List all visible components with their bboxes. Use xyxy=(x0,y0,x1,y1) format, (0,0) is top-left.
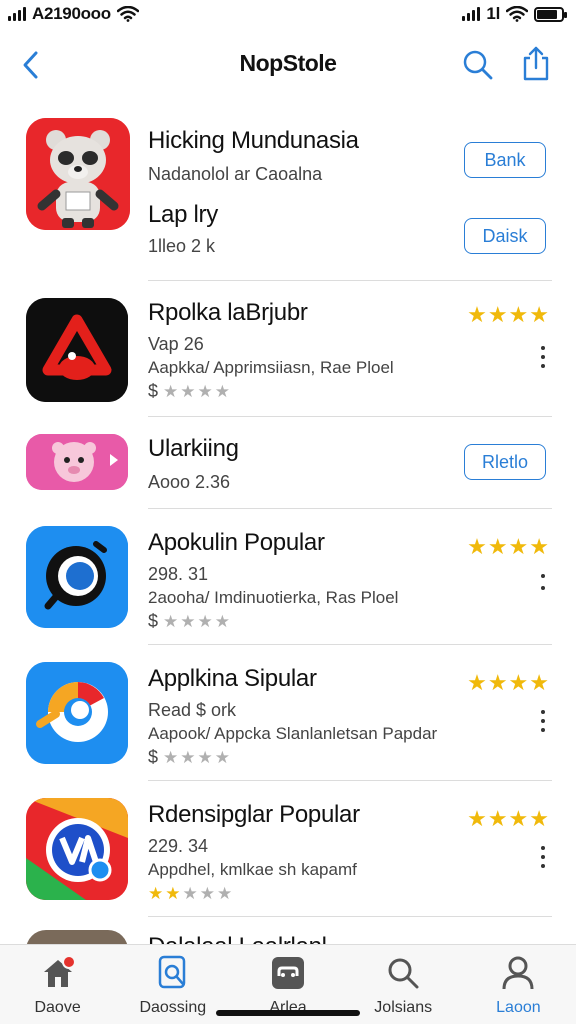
app-price: $ xyxy=(148,747,159,767)
battery-icon xyxy=(534,6,567,22)
navigation-bar: NopStole xyxy=(0,36,576,96)
tab-label: Daove xyxy=(34,999,81,1016)
app-description: 2aooha/ Imdinuotierka, Ras Ploel xyxy=(148,588,399,607)
price-rating: $ ★★★★ xyxy=(148,380,456,403)
star-rating-gold: ★★ xyxy=(148,884,183,903)
list-item-app-6[interactable]: Rdensipglar Popular 229. 34 Appdhel, kml… xyxy=(0,786,576,916)
games-icon xyxy=(268,953,308,993)
share-icon xyxy=(523,46,549,81)
list-item-app-2[interactable]: Rpolka laBrjubr Vap 26 Aapkka/ Apprimsii… xyxy=(0,286,576,414)
app-name: Applkina Sipular xyxy=(148,665,317,692)
bear-app-icon xyxy=(26,118,130,230)
list-item-app-1[interactable]: Hicking Mundunasia Nadanolol ar Caoalna … xyxy=(0,116,576,278)
get-button[interactable]: Daisk xyxy=(464,218,546,254)
wifi-icon xyxy=(116,6,139,22)
colorful-app-icon xyxy=(26,662,128,764)
app-name: Apokulin Popular xyxy=(148,529,325,556)
status-right: 1l xyxy=(462,4,567,24)
app-price: $ xyxy=(148,381,159,401)
more-options-icon[interactable] xyxy=(538,846,548,868)
list-item-app-4[interactable]: Apokulin Popular 298. 31 2aooha/ Imdinuo… xyxy=(0,514,576,642)
get-button[interactable]: Bank xyxy=(464,142,546,178)
status-bar: A2190ooo 1l xyxy=(0,0,576,32)
status-left: A2190ooo xyxy=(8,4,139,24)
star-rating-gray: ★★★★ xyxy=(163,612,232,631)
status-carrier-time: A2190ooo xyxy=(32,4,111,23)
price-rating: $ ★★★★ xyxy=(148,746,456,769)
price-rating: ★★★★★ xyxy=(148,882,456,905)
app-price: $ xyxy=(148,611,159,631)
app-version: 298. 31 xyxy=(148,564,209,584)
tab-daove[interactable]: Daove xyxy=(0,945,115,1024)
tab-bar: Daove Daossing Arlea Jolsians Laoon xyxy=(0,944,576,1024)
profile-icon xyxy=(498,953,538,993)
app-version: Read $ ork xyxy=(148,700,237,720)
list-item-app-7[interactable]: Dalalaal Laalrlanl xyxy=(0,922,576,946)
divider xyxy=(148,508,552,509)
divider xyxy=(148,280,552,281)
tab-laoon[interactable]: Laoon xyxy=(461,945,576,1024)
app-subtitle: Nadanolol ar Caoalna xyxy=(148,164,323,184)
more-options-icon[interactable] xyxy=(538,346,548,368)
app-description: Aapook/ Appcka Slanlanletsan Papdar xyxy=(148,724,438,743)
app-name: Rpolka laBrjubr xyxy=(148,299,308,326)
share-button[interactable] xyxy=(518,44,554,84)
star-rating: ★★★★ xyxy=(467,302,550,327)
status-right-text: 1l xyxy=(486,4,500,23)
tab-daossing[interactable]: Daossing xyxy=(115,945,230,1024)
blue-app-icon xyxy=(26,526,128,628)
divider xyxy=(148,644,552,645)
cellular-signal-icon xyxy=(462,7,481,21)
app-name: Lap lry xyxy=(148,201,218,228)
divider xyxy=(148,416,552,417)
app-name: Rdensipglar Popular xyxy=(148,801,360,828)
cellular-signal-icon xyxy=(8,7,26,21)
notification-badge xyxy=(61,955,76,969)
star-rating-gray: ★★★★ xyxy=(163,748,232,767)
list-item-app-5[interactable]: Applkina Sipular Read $ ork Aapook/ Appc… xyxy=(0,650,576,780)
star-rating-gray: ★★★ xyxy=(182,884,235,903)
tab-label: Daossing xyxy=(139,999,207,1016)
app-name: Ularkiing xyxy=(148,435,239,462)
search-icon xyxy=(463,50,493,80)
more-options-icon[interactable] xyxy=(538,710,548,732)
app-description: Appdhel, kmlkae sh kapamf xyxy=(148,860,357,879)
home-icon xyxy=(38,953,78,993)
divider xyxy=(148,780,552,781)
star-rating-gray: ★★★★ xyxy=(163,382,232,401)
star-rating: ★★★★ xyxy=(467,806,550,831)
app-description: Aapkka/ Apprimsiiasn, Rae Ploel xyxy=(148,358,394,377)
app-list: Hicking Mundunasia Nadanolol ar Caoalna … xyxy=(0,108,576,946)
tab-jolsians[interactable]: Jolsians xyxy=(346,945,461,1024)
star-rating: ★★★★ xyxy=(467,534,550,559)
app-subtitle: 1lleo 2 k xyxy=(148,236,216,256)
vpn-app-icon xyxy=(26,798,128,900)
app-version: Vap 26 xyxy=(148,334,204,354)
get-button[interactable]: Rletlo xyxy=(464,444,546,480)
star-rating: ★★★★ xyxy=(467,670,550,695)
divider xyxy=(148,916,552,917)
app-logo-icon xyxy=(26,298,128,402)
home-indicator[interactable] xyxy=(216,1010,360,1016)
app-version: 229. 34 xyxy=(148,836,209,856)
more-options-icon[interactable] xyxy=(538,574,548,590)
tab-label: Laoon xyxy=(496,999,541,1016)
search-document-icon xyxy=(153,953,193,993)
wifi-icon xyxy=(506,6,528,22)
app-name: Hicking Mundunasia xyxy=(148,127,359,154)
battery-level xyxy=(537,9,558,19)
price-rating: $ ★★★★ xyxy=(148,610,456,633)
list-item-app-3[interactable]: Ularkiing Aooo 2.36 Rletlo xyxy=(0,422,576,506)
search-icon xyxy=(383,953,423,993)
search-button[interactable] xyxy=(460,46,496,84)
pig-app-icon xyxy=(26,434,128,490)
tab-label: Jolsians xyxy=(374,999,433,1016)
app-subtitle: Aooo 2.36 xyxy=(148,472,231,492)
